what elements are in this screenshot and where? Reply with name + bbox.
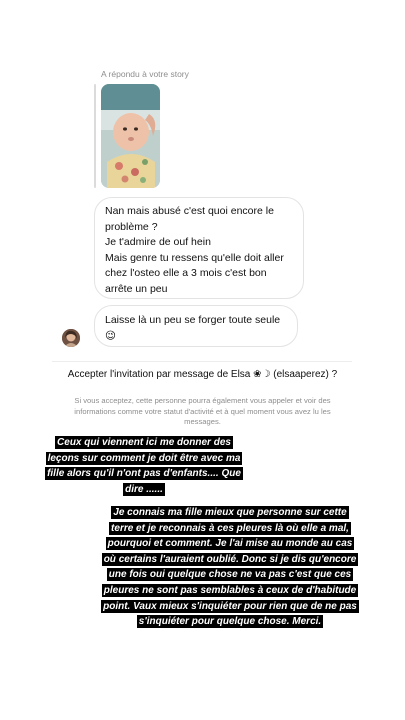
user-avatar-icon bbox=[62, 329, 80, 347]
invitation-title: Accepter l'invitation par message de Els… bbox=[67, 369, 338, 380]
message-line: Laisse là un peu se forger toute seule 😉 bbox=[105, 314, 281, 342]
story-reply-bar bbox=[94, 84, 96, 188]
overlay-text: Je connais ma fille mieux que personne s… bbox=[101, 506, 359, 629]
story-overlay-text-1: Ceux qui viennent ici me donner des leço… bbox=[44, 435, 244, 497]
divider bbox=[52, 361, 352, 362]
story-thumbnail[interactable] bbox=[101, 84, 160, 188]
baby-photo-icon bbox=[101, 84, 160, 188]
story-overlay-text-2: Je connais ma fille mieux que personne s… bbox=[100, 505, 360, 630]
invitation-description: Si vous acceptez, cette personne pourra … bbox=[74, 396, 331, 426]
message-bubble[interactable]: Laisse là un peu se forger toute seule 😉 bbox=[94, 305, 298, 347]
story-reply-label: A répondu à votre story bbox=[101, 69, 189, 79]
message-line: Je t'admire de ouf hein bbox=[105, 236, 211, 248]
avatar[interactable] bbox=[62, 329, 80, 347]
message-line: Nan mais abusé c'est quoi encore le prob… bbox=[105, 205, 274, 233]
overlay-text: Ceux qui viennent ici me donner des leço… bbox=[45, 436, 243, 496]
message-line: Mais genre tu ressens qu'elle doit aller… bbox=[105, 251, 284, 295]
message-bubble[interactable]: Nan mais abusé c'est quoi encore le prob… bbox=[94, 197, 304, 299]
